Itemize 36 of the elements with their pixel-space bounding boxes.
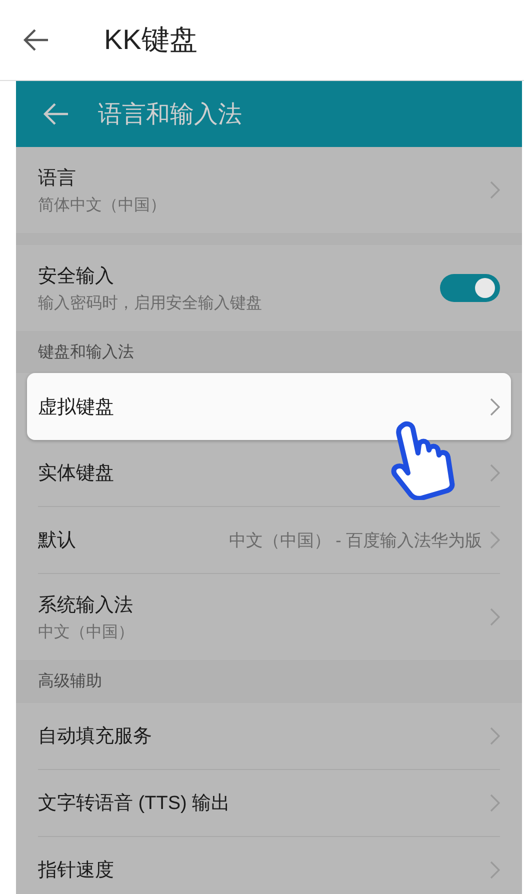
- setting-row[interactable]: 指针速度: [16, 837, 522, 894]
- section-header: 高级辅助: [38, 672, 102, 692]
- back-icon[interactable]: [22, 28, 50, 52]
- app-title: KK键盘: [104, 23, 198, 57]
- toggle-switch[interactable]: [440, 274, 500, 302]
- chevron-icon: [490, 727, 500, 745]
- setting-row[interactable]: 系统输入法 中文（中国）: [16, 574, 522, 660]
- setting-row[interactable]: 安全输入 输入密码时，启用安全输入键盘: [16, 245, 522, 331]
- setting-row[interactable]: 文字转语音 (TTS) 输出: [16, 770, 522, 836]
- setting-title: 文字转语音 (TTS) 输出: [38, 792, 232, 816]
- chevron-icon: [490, 861, 500, 879]
- setting-value: 中文（中国） - 百度输入法华为版: [228, 530, 482, 552]
- section-header: 键盘和输入法: [38, 342, 134, 362]
- setting-title: 实体键盘: [38, 462, 115, 486]
- setting-row[interactable]: 默认 中文（中国） - 百度输入法华为版: [16, 507, 522, 573]
- setting-title: 默认: [38, 529, 77, 553]
- chevron-icon: [490, 608, 500, 626]
- chevron-icon: [490, 464, 500, 482]
- settings-title: 语言和输入法: [98, 100, 242, 130]
- chevron-icon: [490, 794, 500, 812]
- chevron-icon: [490, 398, 500, 416]
- setting-row[interactable]: 自动填充服务: [16, 703, 522, 769]
- setting-subtitle: 输入密码时，启用安全输入键盘: [38, 294, 263, 314]
- setting-row[interactable]: 虚拟键盘: [27, 373, 511, 440]
- setting-title: 虚拟键盘: [38, 396, 115, 420]
- setting-title: 语言: [38, 166, 77, 190]
- chevron-icon: [490, 181, 500, 199]
- setting-row[interactable]: 语言 简体中文（中国）: [16, 147, 522, 233]
- setting-title: 安全输入: [38, 264, 115, 288]
- setting-row[interactable]: 实体键盘: [16, 440, 522, 506]
- chevron-icon: [490, 531, 500, 549]
- setting-title: 自动填充服务: [38, 725, 153, 749]
- setting-title: 指针速度: [38, 859, 115, 883]
- setting-title: 系统输入法: [38, 594, 134, 618]
- setting-subtitle: 中文（中国）: [38, 622, 135, 642]
- setting-subtitle: 简体中文（中国）: [38, 196, 167, 216]
